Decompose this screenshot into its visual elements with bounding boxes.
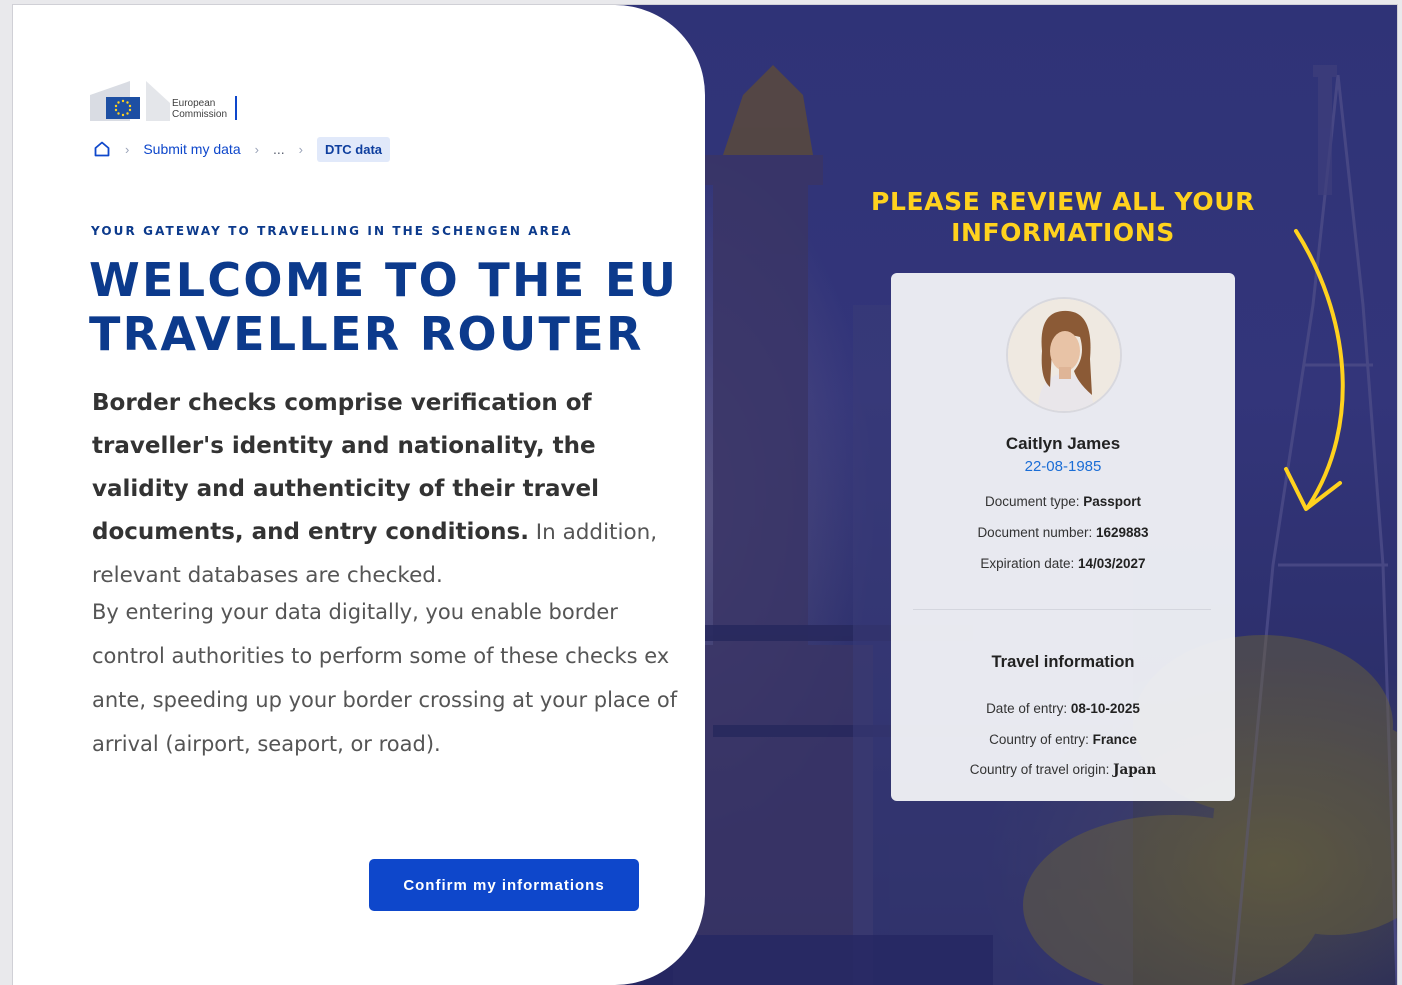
origin-country-value: Japan	[1113, 762, 1157, 778]
entry-country-label: Country of entry:	[989, 732, 1093, 747]
document-number-value: 1629883	[1096, 525, 1149, 540]
left-content-panel: European Commission › Submit my data › .…	[13, 5, 705, 985]
intro-paragraph: Border checks comprise verification of t…	[92, 382, 682, 597]
document-number-row: Document number: 1629883	[891, 525, 1235, 540]
origin-country-row: Country of travel origin: Japan	[891, 762, 1235, 778]
curved-arrow-icon	[1284, 229, 1345, 511]
document-number-label: Document number:	[977, 525, 1096, 540]
document-type-label: Document type:	[984, 494, 1084, 509]
chevron-right-icon: ›	[298, 141, 303, 157]
traveller-info-card: Caitlyn James 22-08-1985 Document type: …	[891, 273, 1235, 801]
page-title-line2: TRAVELLER ROUTER	[89, 307, 644, 361]
confirm-button[interactable]: Confirm my informations	[369, 859, 639, 911]
entry-country-value: France	[1092, 732, 1137, 747]
logo-text: European Commission	[172, 98, 227, 120]
page-title-line1: WELCOME TO THE EU	[89, 253, 679, 307]
expiration-date-value: 14/03/2027	[1077, 556, 1146, 571]
review-heading-line1: PLEASE REVIEW ALL YOUR	[871, 187, 1255, 216]
traveller-name: Caitlyn James	[1005, 434, 1121, 453]
chevron-right-icon: ›	[125, 141, 130, 157]
origin-country-label: Country of travel origin:	[969, 762, 1114, 777]
logo-line2: Commission	[172, 109, 228, 120]
avatar	[1006, 297, 1122, 413]
logo-line1: European	[172, 98, 216, 109]
review-heading: PLEASE REVIEW ALL YOUR INFORMATIONS	[863, 186, 1263, 248]
entry-date-row: Date of entry: 08-10-2025	[891, 701, 1235, 716]
review-heading-line2: INFORMATIONS	[951, 218, 1175, 247]
european-commission-logo: European Commission	[90, 81, 250, 125]
chevron-right-icon: ›	[254, 141, 259, 157]
entry-date-label: Date of entry:	[986, 701, 1071, 716]
ec-emblem-icon	[90, 81, 170, 121]
breadcrumb-ellipsis[interactable]: ...	[273, 141, 285, 157]
person-photo-icon	[1008, 299, 1120, 411]
traveller-dob: 22-08-1985	[1024, 458, 1102, 475]
breadcrumb-submit-my-data[interactable]: Submit my data	[143, 141, 240, 157]
app-window: European Commission › Submit my data › .…	[13, 5, 1397, 985]
document-type-row: Document type: Passport	[891, 494, 1235, 509]
expiration-date-row: Expiration date: 14/03/2027	[891, 556, 1235, 571]
entry-date-value: 08-10-2025	[1070, 701, 1140, 716]
page-title: WELCOME TO THE EU TRAVELLER ROUTER	[89, 253, 678, 361]
card-divider	[913, 609, 1211, 610]
description-paragraph: By entering your data digitally, you ena…	[92, 600, 678, 756]
breadcrumb-home-link[interactable]	[93, 140, 111, 158]
intro-bold-text: Border checks comprise verification of t…	[92, 390, 599, 545]
logo-bar	[235, 96, 237, 120]
entry-country-row: Country of entry: France	[891, 732, 1235, 747]
travel-information-heading: Travel information	[991, 653, 1135, 671]
expiration-date-label: Expiration date:	[980, 556, 1078, 571]
home-icon	[94, 141, 110, 157]
breadcrumb-current: DTC data	[316, 136, 391, 162]
document-type-value: Passport	[1083, 494, 1142, 509]
tagline: YOUR GATEWAY TO TRAVELLING IN THE SCHENG…	[91, 224, 573, 238]
breadcrumb: › Submit my data › ... › DTC data	[93, 136, 391, 162]
